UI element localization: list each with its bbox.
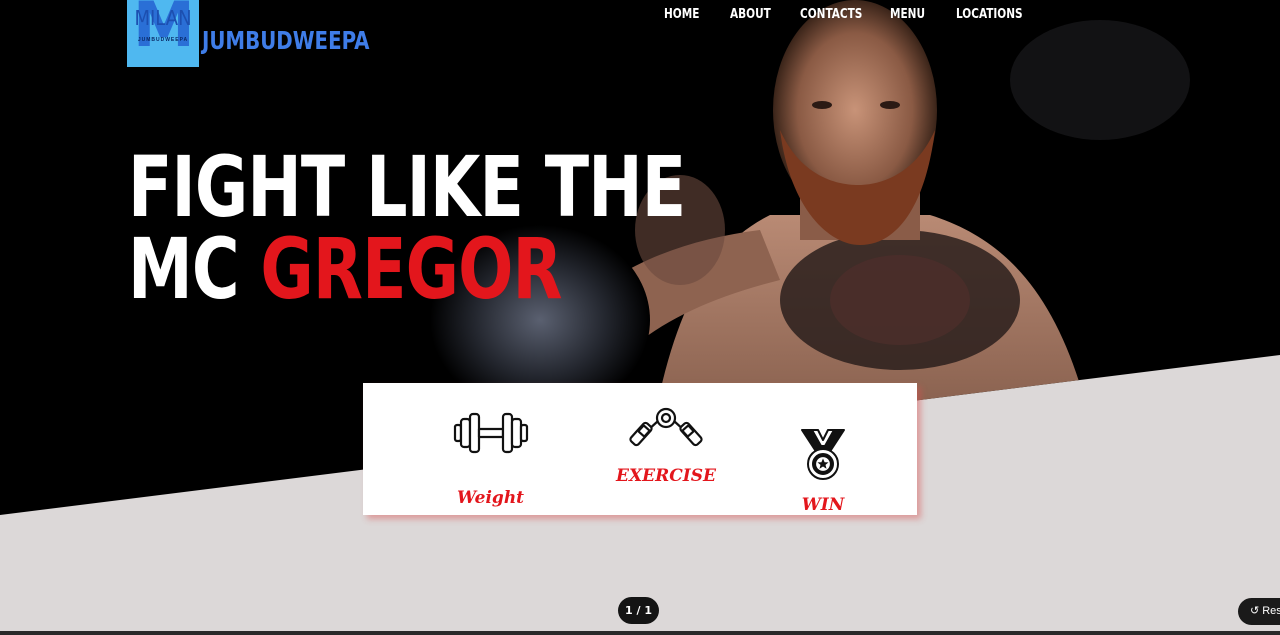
features-card: Weight EXERCISE WIN (363, 383, 917, 515)
refresh-icon: ↺ (1250, 605, 1260, 617)
main-nav: HOME ABOUT CONTACTS MENU LOCATIONS (0, 7, 1280, 27)
reset-label: Res (1262, 605, 1280, 617)
feature-exercise[interactable]: EXERCISE (611, 407, 721, 486)
hand-gripper-icon (625, 407, 707, 453)
nav-contacts[interactable]: CONTACTS (800, 7, 862, 22)
feature-exercise-label: EXERCISE (616, 466, 716, 486)
headline-line-2-red: GREGOR (260, 220, 562, 318)
medal-icon (798, 429, 848, 481)
feature-weight-label: Weight (456, 488, 525, 508)
nav-menu[interactable]: MENU (890, 7, 925, 22)
logo-tagline: JUMBUDWEEPA (137, 37, 189, 43)
bottom-divider (0, 631, 1280, 635)
hero-headline: FIGHT LIKE THE MC GREGOR (128, 145, 686, 311)
feature-weight[interactable]: Weight (443, 411, 538, 508)
headline-line-2-white: MC (128, 220, 261, 318)
nav-locations[interactable]: LOCATIONS (956, 7, 1023, 22)
dumbbell-icon (453, 411, 529, 455)
feature-win[interactable]: WIN (783, 429, 863, 515)
brand-name[interactable]: JUMBUDWEEPA (202, 26, 369, 55)
nav-about[interactable]: ABOUT (730, 7, 771, 22)
reset-button[interactable]: ↺ Res (1238, 598, 1280, 625)
feature-win-label: WIN (801, 495, 845, 515)
slide-pager[interactable]: 1 / 1 (618, 597, 659, 624)
landing-page: M MILAN JUMBUDWEEPA JUMBUDWEEPA HOME ABO… (0, 0, 1280, 635)
nav-home[interactable]: HOME (664, 7, 699, 22)
